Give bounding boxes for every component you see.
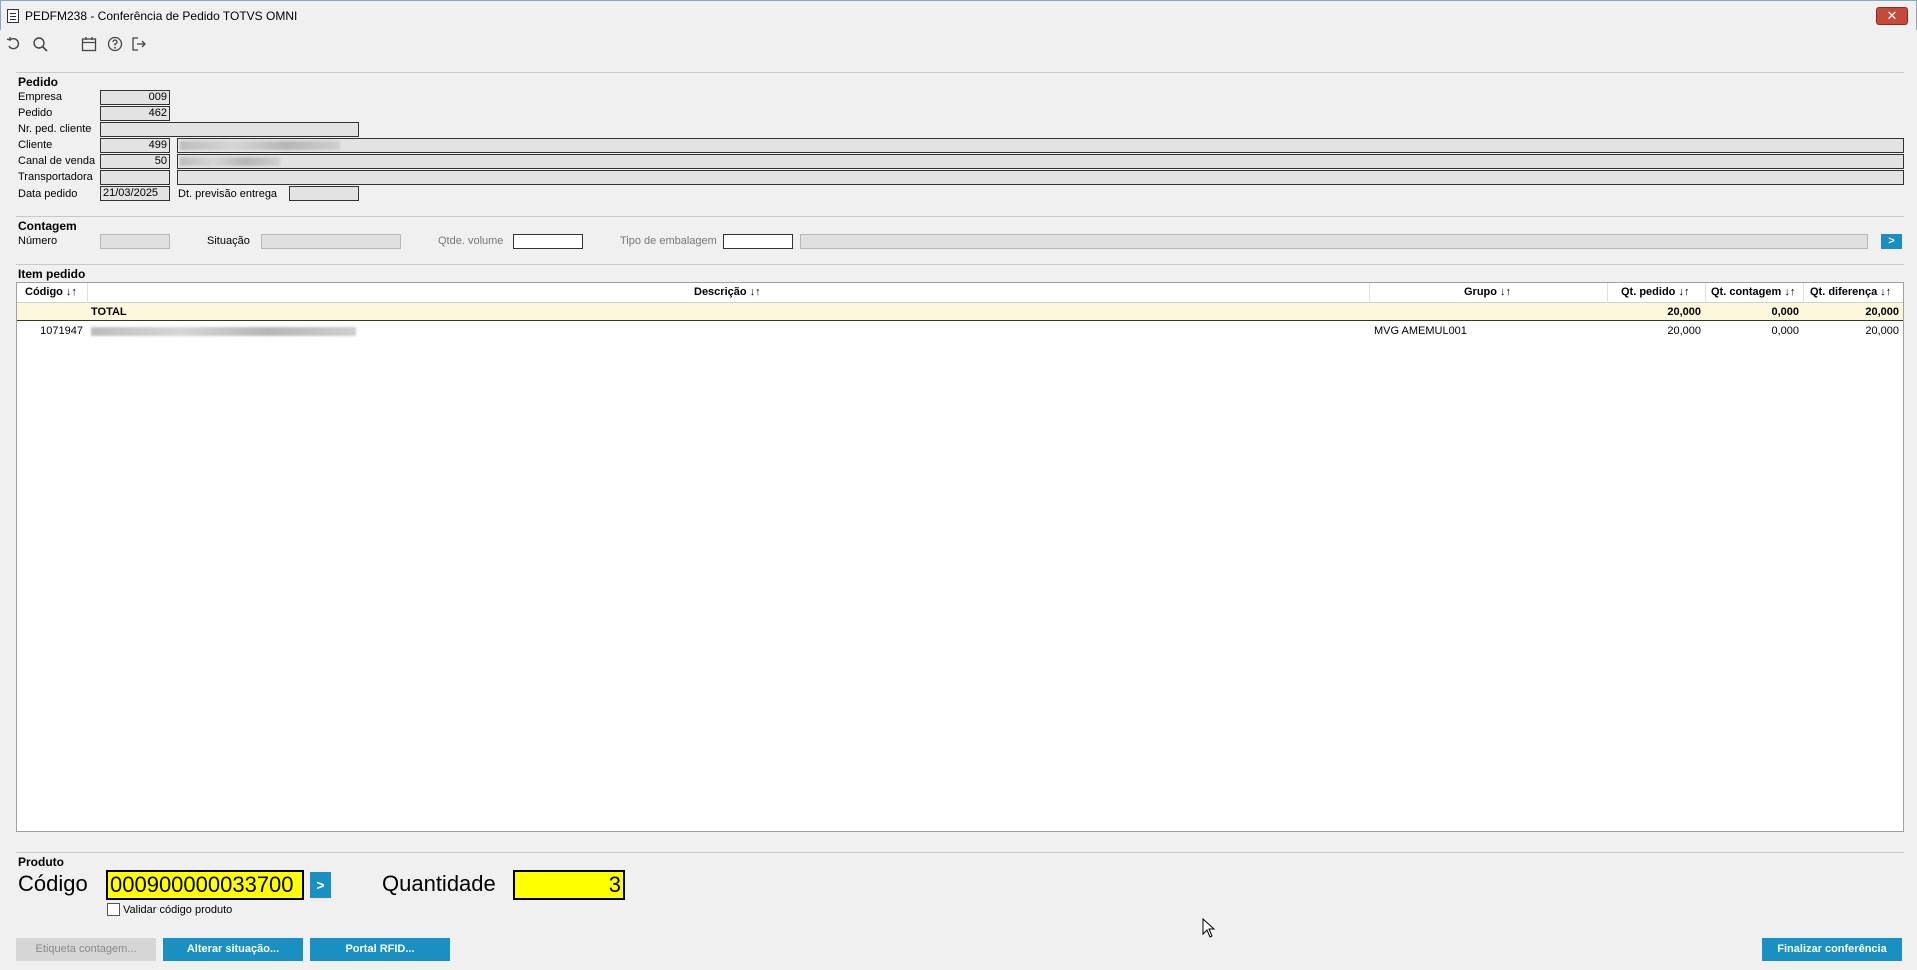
- transportadora-label: Transportadora: [18, 171, 93, 183]
- numero-field: [100, 234, 170, 249]
- codigo-produto-input[interactable]: 000900000033700: [106, 870, 304, 900]
- validar-codigo-label: Validar código produto: [123, 904, 233, 916]
- situacao-label: Situação: [207, 235, 250, 247]
- cell-descricao: [91, 325, 356, 337]
- divider: [16, 852, 1904, 853]
- column-header-codigo[interactable]: Código ↓↑: [25, 286, 77, 298]
- table-header: Código ↓↑ Descrição ↓↑ Grupo ↓↑ Qt. pedi…: [17, 283, 1903, 303]
- empresa-label: Empresa: [18, 91, 63, 103]
- numero-label: Número: [18, 235, 58, 247]
- data-pedido-field[interactable]: 21/03/2025: [100, 186, 170, 201]
- cell-qt-diferenca: 20,000: [1865, 325, 1899, 337]
- mouse-cursor-icon: [1202, 918, 1216, 938]
- redacted-text: [180, 156, 280, 166]
- column-separator: [1607, 283, 1608, 303]
- column-header-qt-contagem[interactable]: Qt. contagem ↓↑: [1711, 286, 1795, 298]
- cliente-name-field: [177, 138, 1904, 153]
- quantidade-input[interactable]: 3: [513, 870, 625, 900]
- canal-venda-label: Canal de venda: [18, 155, 96, 167]
- transportadora-code-field[interactable]: [100, 170, 170, 185]
- validar-codigo-checkbox[interactable]: [107, 903, 120, 916]
- quantidade-label: Quantidade: [382, 871, 496, 896]
- nr-ped-cliente-label: Nr. ped. cliente: [18, 123, 92, 135]
- codigo-go-button[interactable]: >: [310, 872, 331, 898]
- qtde-volume-label: Qtde. volume: [438, 235, 504, 247]
- data-pedido-label: Data pedido: [18, 188, 78, 200]
- pedido-field[interactable]: 462: [100, 106, 170, 121]
- undo-icon[interactable]: [6, 36, 22, 52]
- window-title: PEDFM238 - Conferência de Pedido TOTVS O…: [25, 9, 298, 23]
- column-header-qt-pedido[interactable]: Qt. pedido ↓↑: [1621, 286, 1689, 298]
- total-qt-contagem: 0,000: [1771, 306, 1799, 318]
- tipo-embalagem-desc-field: [800, 234, 1868, 249]
- contagem-go-button[interactable]: >: [1881, 234, 1902, 249]
- document-icon: [7, 9, 19, 23]
- column-separator: [1803, 283, 1804, 303]
- total-qt-diferenca: 20,000: [1865, 306, 1899, 318]
- tipo-embalagem-code-field[interactable]: [723, 234, 793, 249]
- alterar-situacao-button[interactable]: Alterar situação...: [163, 938, 303, 961]
- column-separator: [1369, 283, 1370, 303]
- total-label: TOTAL: [91, 306, 127, 318]
- total-row: TOTAL 20,000 0,000 20,000: [17, 303, 1903, 321]
- cell-qt-pedido: 20,000: [1667, 325, 1701, 337]
- section-title-contagem: Contagem: [18, 219, 77, 233]
- cliente-code-field[interactable]: 499: [100, 138, 170, 153]
- column-header-grupo[interactable]: Grupo ↓↑: [1464, 286, 1511, 298]
- column-separator: [87, 283, 88, 303]
- pedido-label: Pedido: [18, 107, 53, 119]
- cell-qt-contagem: 0,000: [1771, 325, 1799, 337]
- section-title-item-pedido: Item pedido: [18, 267, 86, 281]
- dt-previsao-field[interactable]: [289, 186, 359, 201]
- column-header-qt-diferenca[interactable]: Qt. diferença ↓↑: [1810, 286, 1891, 298]
- section-title-pedido: Pedido: [18, 75, 59, 89]
- column-separator: [1705, 283, 1706, 303]
- divider: [16, 72, 1904, 73]
- nr-ped-cliente-field[interactable]: [100, 122, 359, 137]
- qtde-volume-field[interactable]: [513, 234, 583, 249]
- redacted-text: [91, 326, 356, 336]
- exit-icon[interactable]: [131, 36, 147, 52]
- canal-venda-code-field[interactable]: 50: [100, 154, 170, 169]
- dt-previsao-label: Dt. previsão entrega: [178, 188, 278, 200]
- column-header-descricao[interactable]: Descrição ↓↑: [694, 286, 761, 298]
- items-table: Código ↓↑ Descrição ↓↑ Grupo ↓↑ Qt. pedi…: [16, 282, 1904, 832]
- total-qt-pedido: 20,000: [1667, 306, 1701, 318]
- toolbar: [0, 30, 1917, 58]
- etiqueta-contagem-button[interactable]: Etiqueta contagem...: [16, 938, 156, 961]
- finalizar-conferencia-button[interactable]: Finalizar conferência: [1762, 938, 1902, 961]
- codigo-label: Código: [18, 871, 88, 896]
- situacao-field: [261, 234, 401, 249]
- close-button[interactable]: ✕: [1876, 7, 1908, 25]
- tipo-embalagem-label: Tipo de embalagem: [620, 235, 717, 247]
- section-title-produto: Produto: [18, 855, 64, 869]
- cell-grupo: MVG AMEMUL001: [1374, 325, 1467, 337]
- cliente-label: Cliente: [18, 139, 53, 151]
- divider: [16, 264, 1904, 265]
- canal-venda-name-field: [177, 154, 1904, 169]
- portal-rfid-button[interactable]: Portal RFID...: [310, 938, 450, 961]
- search-icon[interactable]: [32, 36, 48, 52]
- divider: [16, 216, 1904, 217]
- table-row[interactable]: 1071947 MVG AMEMUL001 20,000 0,000 20,00…: [17, 321, 1903, 339]
- cell-codigo: 1071947: [40, 325, 83, 337]
- empresa-field[interactable]: 009: [100, 90, 170, 105]
- title-bar: PEDFM238 - Conferência de Pedido TOTVS O…: [0, 0, 1917, 30]
- transportadora-name-field: [177, 170, 1904, 185]
- help-icon[interactable]: [107, 36, 123, 52]
- calendar-icon[interactable]: [81, 36, 97, 52]
- redacted-text: [180, 140, 340, 150]
